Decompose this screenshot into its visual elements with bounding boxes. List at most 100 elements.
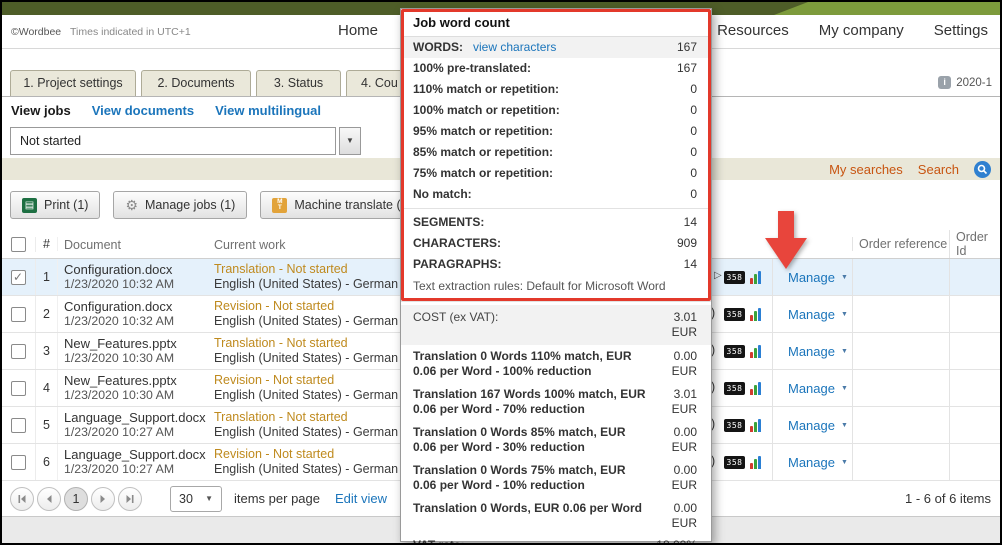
document-name: Configuration.docx [64,262,210,277]
pagination-first-button[interactable] [10,487,34,511]
pagination-last-button[interactable] [118,487,142,511]
stats-chart-icon[interactable] [750,345,764,358]
pagination-prev-button[interactable] [37,487,61,511]
row-checkbox[interactable] [11,307,26,322]
menu-item-resources[interactable]: Resources [717,22,789,39]
machine-translate-icon [272,198,287,213]
view-characters-link[interactable]: view characters [473,40,556,55]
order-reference-cell [852,296,949,332]
word-count-badge[interactable]: 358 [724,308,745,321]
divider [401,208,711,209]
order-reference-cell [852,259,949,295]
manage-dropdown[interactable]: Manage [788,381,835,396]
manage-dropdown[interactable]: Manage [788,307,835,322]
row-checkbox[interactable] [11,270,26,285]
stats-chart-icon[interactable] [750,382,764,395]
match-label: 85% match or repetition: [413,145,649,160]
match-row: 100% pre-translated: 167 [401,58,711,79]
order-id-cell [949,370,1000,406]
stat-row: SEGMENTS: 14 [401,212,711,233]
vat-label: VAT rate: [413,538,649,545]
excel-export-icon [22,198,37,213]
tab-documents[interactable]: 2. Documents [141,70,251,96]
search-icon[interactable] [974,161,991,178]
order-id-cell [949,296,1000,332]
row-checkbox[interactable] [11,344,26,359]
view-multilingual-link[interactable]: View multilingual [215,103,321,118]
row-number: 4 [36,370,58,406]
document-date: 1/23/2020 10:30 AM [64,388,210,403]
stat-value: 14 [649,215,697,230]
word-count-badge[interactable]: 358 [724,271,745,284]
words-row: WORDS: view characters 167 [401,37,711,58]
page-size-select[interactable]: 30 [170,486,222,512]
menu-right: Resources My company Settings [717,22,988,39]
order-id-cell [949,333,1000,369]
status-filter-select[interactable]: Not started [10,127,336,155]
match-label: 110% match or repetition: [413,82,649,97]
word-count-badge[interactable]: 358 [724,419,745,432]
row-checkbox[interactable] [11,418,26,433]
menu-item-home[interactable]: Home [338,22,378,39]
pagination-next-button[interactable] [91,487,115,511]
page-size-value: 30 [179,492,193,506]
cost-row: COST (ex VAT): 3.01 EUR [401,305,711,345]
document-name: New_Features.pptx [64,373,210,388]
stats-chart-icon[interactable] [750,271,764,284]
view-documents-link[interactable]: View documents [92,103,194,118]
cost-line-row: Translation 0 Words 85% match, EUR 0.06 … [401,421,711,459]
stats-chart-icon[interactable] [750,419,764,432]
menu-item-settings[interactable]: Settings [934,22,988,39]
print-button[interactable]: Print (1) [10,191,100,219]
pagination-page-1-button[interactable]: 1 [64,487,88,511]
job-word-count-popup: Job word count WORDS: view characters 16… [400,8,712,542]
row-number: 5 [36,407,58,443]
project-id-info: 2020-1 [938,76,992,89]
manage-dropdown[interactable]: Manage [788,418,835,433]
word-count-badge[interactable]: 358 [724,456,745,469]
vat-value: 18.00% [649,538,697,545]
match-value: 167 [649,61,697,76]
status-filter-dropdown-button[interactable] [339,127,361,155]
word-count-badge[interactable]: 358 [724,382,745,395]
row-checkbox[interactable] [11,381,26,396]
match-label: 75% match or repetition: [413,166,649,181]
gear-icon [125,198,138,212]
match-value: 0 [649,145,697,160]
manage-dropdown[interactable]: Manage [788,270,835,285]
cost-line-value: 0.00 EUR [649,501,697,531]
popup-title: Job word count [401,9,711,37]
chevron-down-icon [841,274,848,281]
menu-item-my-company[interactable]: My company [819,22,904,39]
manage-dropdown[interactable]: Manage [788,344,835,359]
tab-project-settings[interactable]: 1. Project settings [10,70,136,96]
edit-view-link[interactable]: Edit view [335,491,387,506]
chevron-down-icon [841,311,848,318]
info-icon[interactable] [938,76,951,89]
cost-line-value: 0.00 EUR [649,425,697,455]
column-header-order-reference: Order reference [852,237,949,251]
stat-label: CHARACTERS: [413,236,649,251]
cost-line-row: Translation 0 Words, EUR 0.06 per Word 0… [401,497,711,535]
order-reference-cell [852,370,949,406]
stats-chart-icon[interactable] [750,456,764,469]
select-all-checkbox[interactable] [11,237,26,252]
manage-jobs-button[interactable]: Manage jobs (1) [113,191,247,219]
match-value: 0 [649,124,697,139]
match-row: 110% match or repetition: 0 [401,79,711,100]
row-checkbox[interactable] [11,455,26,470]
search-link[interactable]: Search [918,162,959,177]
my-searches-link[interactable]: My searches [829,162,903,177]
word-count-badge[interactable]: 358 [724,345,745,358]
document-name: Language_Support.docx [64,447,210,462]
cost-line-row: Translation 0 Words 110% match, EUR 0.06… [401,345,711,383]
cost-line-row: Translation 0 Words 75% match, EUR 0.06 … [401,459,711,497]
tab-status[interactable]: 3. Status [256,70,341,96]
view-jobs-link[interactable]: View jobs [11,103,71,118]
stats-chart-icon[interactable] [750,308,764,321]
match-row: 95% match or repetition: 0 [401,121,711,142]
stat-label: PARAGRAPHS: [413,257,649,272]
manage-dropdown[interactable]: Manage [788,455,835,470]
match-label: 95% match or repetition: [413,124,649,139]
text-extraction-note: Text extraction rules: Default for Micro… [401,275,711,298]
